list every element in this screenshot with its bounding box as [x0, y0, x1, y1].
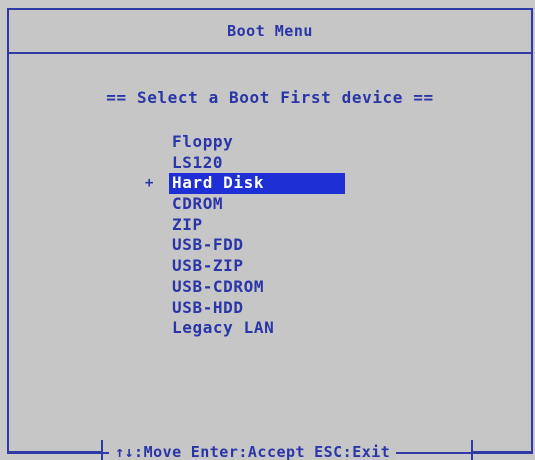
- footer-divider: [473, 451, 533, 453]
- boot-device-zip[interactable]: ZIP: [169, 215, 345, 236]
- accept-key-hint: Enter:Accept: [190, 443, 306, 460]
- device-label: ZIP: [172, 214, 203, 234]
- footer-divider: [101, 440, 103, 460]
- boot-device-usb-zip[interactable]: USB-ZIP: [169, 256, 345, 277]
- boot-menu-panel: Boot Menu == Select a Boot First device …: [7, 8, 533, 460]
- footer-divider: [7, 451, 101, 453]
- boot-device-usb-fdd[interactable]: USB-FDD: [169, 235, 345, 256]
- device-label: USB-ZIP: [172, 256, 244, 276]
- boot-device-usb-cdrom[interactable]: USB-CDROM: [169, 277, 345, 298]
- key-help-text: ↑↓:Move Enter:Accept ESC:Exit: [109, 442, 397, 460]
- device-label: Hard Disk: [172, 173, 265, 193]
- boot-device-legacy-lan[interactable]: Legacy LAN: [169, 318, 345, 339]
- exit-key-hint: ESC:Exit: [314, 443, 391, 460]
- device-label: USB-CDROM: [172, 276, 265, 296]
- device-label: Legacy LAN: [172, 318, 275, 338]
- boot-device-cdrom[interactable]: CDROM: [169, 194, 345, 215]
- key-help-footer: ↑↓:Move Enter:Accept ESC:Exit: [7, 440, 533, 460]
- selection-marker-icon: +: [145, 175, 155, 192]
- device-label: USB-HDD: [172, 297, 244, 317]
- device-label: CDROM: [172, 194, 224, 214]
- boot-device-heading: == Select a Boot First device ==: [106, 88, 434, 107]
- footer-divider: [471, 440, 473, 460]
- device-label: USB-FDD: [172, 235, 244, 255]
- boot-device-floppy[interactable]: Floppy: [169, 132, 345, 153]
- device-label: Floppy: [172, 132, 234, 151]
- boot-device-usb-hdd[interactable]: USB-HDD: [169, 298, 345, 319]
- boot-device-ls120[interactable]: LS120: [169, 153, 345, 174]
- move-key-hint: ↑↓:Move: [115, 443, 182, 460]
- bios-screen: Boot Menu == Select a Boot First device …: [0, 0, 535, 460]
- device-label: LS120: [172, 152, 224, 172]
- boot-device-hard-disk[interactable]: + Hard Disk: [145, 173, 345, 195]
- boot-device-list: Floppy LS120 + Hard Disk CDROM ZIP USB-FD…: [145, 132, 345, 339]
- boot-menu-title: Boot Menu: [9, 10, 531, 54]
